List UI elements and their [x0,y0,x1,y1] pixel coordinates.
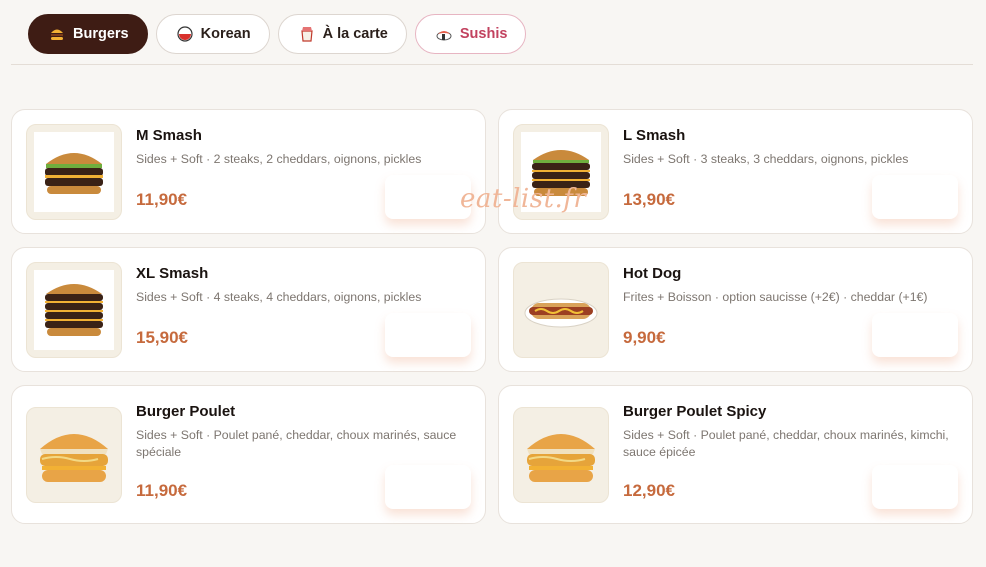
item-description: Sides + Soft · 2 steaks, 2 cheddars, oig… [136,152,422,166]
item-description: Sides + Soft · 3 steaks, 3 cheddars, oig… [623,152,909,166]
item-name: Burger Poulet Spicy [623,403,767,420]
add-to-cart-button[interactable] [872,175,958,219]
add-to-cart-button[interactable] [872,313,958,357]
watermark: eat-list.fr [460,184,587,214]
bowl-icon [177,26,193,42]
category-tabs: Burgers Korean À la carte Sushis [28,14,527,54]
item-name: L Smash [623,127,686,144]
chicken-burger-image [40,434,108,482]
item-name: Burger Poulet [136,403,236,420]
item-description: Frites + Boisson · option saucisse (+2€)… [623,290,928,304]
add-to-cart-button[interactable] [385,175,471,219]
item-price: 13,90€ [623,190,675,209]
tab-burgers[interactable]: Burgers [28,14,148,54]
menu-item-card[interactable]: L Smash Sides + Soft · 3 steaks, 3 chedd… [498,109,973,234]
sushi-icon [436,26,452,42]
item-image [513,407,609,503]
double-smash-burger-image [45,153,103,194]
add-to-cart-button[interactable] [872,465,958,509]
tab-korean[interactable]: Korean [155,14,270,54]
menu-item-card[interactable]: M Smash Sides + Soft · 2 steaks, 2 chedd… [11,109,486,234]
add-to-cart-button[interactable] [385,313,471,357]
item-description: Sides + Soft · Poulet pané, cheddar, cho… [623,428,949,459]
item-price: 12,90€ [623,481,675,500]
item-price: 11,90€ [136,481,188,500]
tab-a-la-carte[interactable]: À la carte [277,14,407,54]
item-name: XL Smash [136,265,209,282]
item-image [26,262,122,358]
spicy-chicken-burger-image [527,434,595,482]
item-name: M Smash [136,127,202,144]
menu-item-card[interactable]: Burger Poulet Spicy Sides + Soft · Poule… [498,385,973,524]
item-image [26,124,122,220]
menu-item-card[interactable]: Hot Dog Frites + Boisson · option saucis… [498,247,973,372]
item-description: Sides + Soft · 4 steaks, 4 cheddars, oig… [136,290,422,304]
tabs-divider [11,64,973,65]
menu-item-card[interactable]: Burger Poulet Sides + Soft · Poulet pané… [11,385,486,524]
add-to-cart-button[interactable] [385,465,471,509]
tab-sushis[interactable]: Sushis [414,14,527,54]
burger-icon [49,26,65,42]
item-price: 15,90€ [136,328,188,347]
item-image [26,407,122,503]
quad-smash-burger-image [45,284,103,336]
hot-dog-image [524,298,598,328]
item-image [513,262,609,358]
menu-item-card[interactable]: XL Smash Sides + Soft · 4 steaks, 4 ched… [11,247,486,372]
item-name: Hot Dog [623,265,682,282]
item-price: 9,90€ [623,328,666,347]
takeout-box-icon [299,26,315,42]
item-price: 11,90€ [136,190,188,209]
item-description: Sides + Soft · Poulet pané, cheddar, cho… [136,428,457,459]
